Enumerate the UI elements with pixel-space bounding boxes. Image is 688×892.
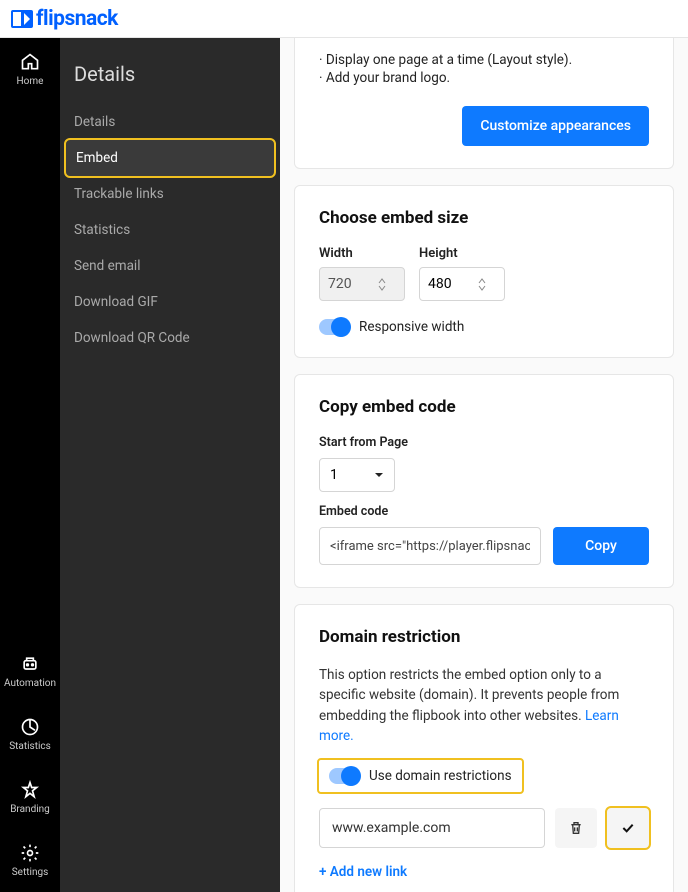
domain-input[interactable] xyxy=(319,808,545,848)
domain-title: Domain restriction xyxy=(319,627,649,647)
appearance-bullet-2: · Add your brand logo. xyxy=(319,70,649,86)
panel-item-download-qr[interactable]: Download QR Code xyxy=(60,320,280,356)
main-content: · Display one page at a time (Layout sty… xyxy=(280,38,688,892)
details-panel: Details Details Embed Trackable links St… xyxy=(60,38,280,892)
panel-item-send-email[interactable]: Send email xyxy=(60,248,280,284)
chevron-up-icon xyxy=(478,278,486,284)
trash-icon xyxy=(568,820,584,836)
domain-toggle-label: Use domain restrictions xyxy=(369,768,512,784)
rail-automation[interactable]: Automation xyxy=(0,640,60,703)
embed-size-title: Choose embed size xyxy=(319,208,649,228)
home-icon xyxy=(20,52,40,72)
height-stepper[interactable] xyxy=(478,278,486,291)
confirm-domain-button[interactable] xyxy=(607,808,649,848)
panel-item-trackable[interactable]: Trackable links xyxy=(60,176,280,212)
automation-icon xyxy=(20,654,40,674)
responsive-toggle[interactable] xyxy=(319,319,349,335)
domain-toggle-wrap: Use domain restrictions xyxy=(319,760,522,792)
width-label: Width xyxy=(319,246,405,261)
check-icon xyxy=(620,820,636,836)
height-label: Height xyxy=(419,246,505,261)
settings-icon xyxy=(20,843,40,863)
chevron-up-icon xyxy=(378,278,386,284)
delete-domain-button[interactable] xyxy=(555,808,597,848)
left-rail: Home Automation Statistics Branding Sett… xyxy=(0,38,60,892)
embed-code-input[interactable] xyxy=(319,527,541,565)
statistics-icon xyxy=(20,717,40,737)
branding-icon xyxy=(20,780,40,800)
appearance-card: · Display one page at a time (Layout sty… xyxy=(294,38,674,169)
embed-code-title: Copy embed code xyxy=(319,397,649,417)
panel-item-download-gif[interactable]: Download GIF xyxy=(60,284,280,320)
width-stepper[interactable] xyxy=(378,278,386,291)
customize-appearances-button[interactable]: Customize appearances xyxy=(462,106,649,146)
chevron-down-icon xyxy=(478,285,486,291)
width-input-wrap xyxy=(319,267,405,301)
embed-size-card: Choose embed size Width Height xyxy=(294,185,674,358)
panel-item-embed[interactable]: Embed xyxy=(66,140,274,176)
domain-card: Domain restriction This option restricts… xyxy=(294,604,674,892)
height-input-wrap xyxy=(419,267,505,301)
copy-button[interactable]: Copy xyxy=(553,527,649,565)
embed-code-label: Embed code xyxy=(319,504,649,519)
caret-down-icon xyxy=(374,472,384,478)
brand-name: flipsnack xyxy=(36,7,118,31)
panel-item-statistics[interactable]: Statistics xyxy=(60,212,280,248)
height-input[interactable] xyxy=(428,276,478,292)
rail-home[interactable]: Home xyxy=(17,38,44,101)
flipsnack-logo-icon xyxy=(10,8,34,30)
add-link-button[interactable]: + Add new link xyxy=(319,864,407,880)
panel-title: Details xyxy=(60,58,280,104)
topbar: flipsnack xyxy=(0,0,688,38)
chevron-down-icon xyxy=(378,285,386,291)
brand-logo[interactable]: flipsnack xyxy=(10,7,118,31)
domain-desc: This option restricts the embed option o… xyxy=(319,665,649,746)
domain-toggle[interactable] xyxy=(329,768,359,784)
rail-statistics[interactable]: Statistics xyxy=(0,703,60,766)
rail-settings[interactable]: Settings xyxy=(0,829,60,892)
responsive-label: Responsive width xyxy=(359,319,464,335)
embed-code-card: Copy embed code Start from Page 1 Embed … xyxy=(294,374,674,588)
rail-branding[interactable]: Branding xyxy=(0,766,60,829)
appearance-bullet-1: · Display one page at a time (Layout sty… xyxy=(319,52,649,68)
start-page-label: Start from Page xyxy=(319,435,649,450)
panel-item-details[interactable]: Details xyxy=(60,104,280,140)
start-page-select[interactable]: 1 xyxy=(319,458,395,492)
width-input[interactable] xyxy=(328,276,378,292)
